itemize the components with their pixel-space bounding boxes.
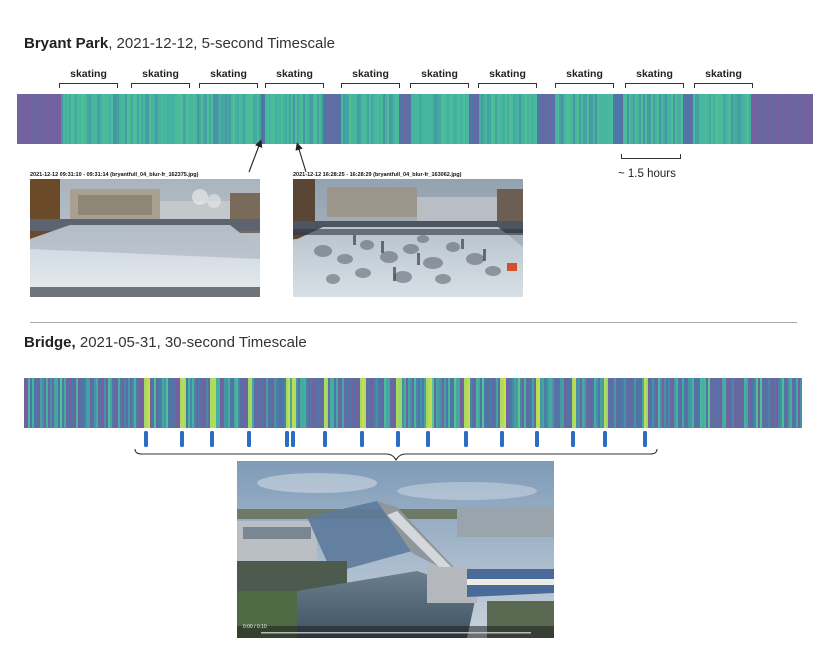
skating-label: skating	[70, 68, 107, 80]
skating-label: skating	[566, 68, 603, 80]
panel2-title-rest: 2021-05-31, 30-second Timescale	[75, 334, 307, 351]
segment-bracket	[410, 83, 469, 88]
event-marker	[144, 431, 148, 447]
skating-label: skating	[636, 68, 673, 80]
panel2-title-bold: Bridge,	[24, 334, 76, 351]
event-marker	[535, 431, 539, 447]
photo-caption-right: 2021-12-12 16:28:25 - 16:28:29 (bryantfu…	[293, 172, 462, 178]
event-marker	[603, 431, 607, 447]
photo-caption-left: 2021-12-12 09:31:10 - 09:31:14 (bryantfu…	[30, 172, 199, 178]
segment-bracket	[625, 83, 684, 88]
segment-bracket	[694, 83, 753, 88]
segment-bracket	[555, 83, 614, 88]
panel1-title-rest: , 2021-12-12, 5-second Timescale	[108, 35, 336, 52]
event-marker	[360, 431, 364, 447]
duration-label: ~ 1.5 hours	[618, 168, 676, 180]
bridge-timeline-strip	[24, 378, 802, 428]
skating-label: skating	[489, 68, 526, 80]
segment-bracket	[59, 83, 118, 88]
empty-rink-photo	[30, 179, 260, 297]
arrow-left	[248, 139, 263, 173]
segment-bracket	[199, 83, 258, 88]
segment-bracket	[265, 83, 324, 88]
segment-bracket	[131, 83, 190, 88]
arrow-right	[295, 142, 307, 173]
event-marker	[464, 431, 468, 447]
panel1-title: Bryant Park, 2021-12-12, 5-second Timesc…	[24, 35, 335, 52]
section-divider	[30, 322, 797, 323]
event-marker	[500, 431, 504, 447]
event-marker	[291, 431, 295, 447]
skating-label: skating	[421, 68, 458, 80]
panel2-title: Bridge, 2021-05-31, 30-second Timescale	[24, 334, 307, 351]
event-marker	[180, 431, 184, 447]
duration-bracket	[621, 154, 681, 159]
skating-label: skating	[276, 68, 313, 80]
crowded-rink-photo	[293, 179, 523, 297]
event-marker	[247, 431, 251, 447]
skating-label: skating	[352, 68, 389, 80]
skating-label: skating	[705, 68, 742, 80]
skating-label: skating	[142, 68, 179, 80]
panel1-title-bold: Bryant Park	[24, 35, 109, 52]
event-marker	[426, 431, 430, 447]
event-marker	[323, 431, 327, 447]
bridge-photo: 0:00 / 0:10	[237, 461, 554, 638]
segment-bracket	[341, 83, 400, 88]
player-time: 0:00 / 0:10	[243, 624, 267, 630]
event-marker	[571, 431, 575, 447]
bryant-park-timeline-strip	[17, 94, 813, 144]
curly-brace	[134, 448, 658, 462]
event-marker	[285, 431, 289, 447]
skating-label: skating	[210, 68, 247, 80]
segment-bracket	[478, 83, 537, 88]
event-marker	[643, 431, 647, 447]
event-marker	[210, 431, 214, 447]
event-marker	[396, 431, 400, 447]
